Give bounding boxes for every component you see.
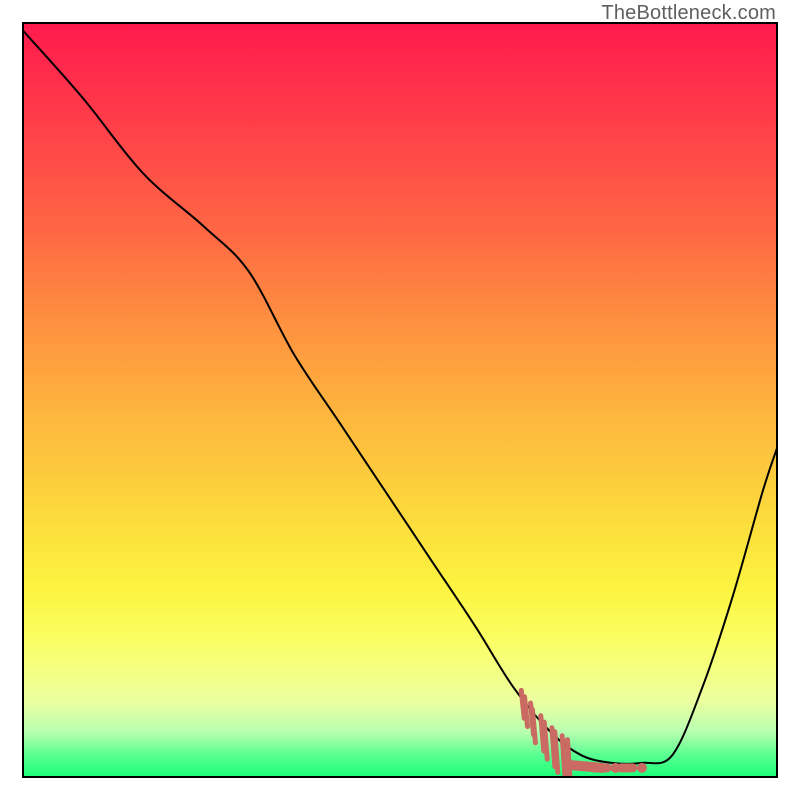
attribution-label: TheBottleneck.com xyxy=(601,2,776,25)
chart-hatch-layer xyxy=(22,22,778,778)
chart-plot-area xyxy=(22,22,778,778)
